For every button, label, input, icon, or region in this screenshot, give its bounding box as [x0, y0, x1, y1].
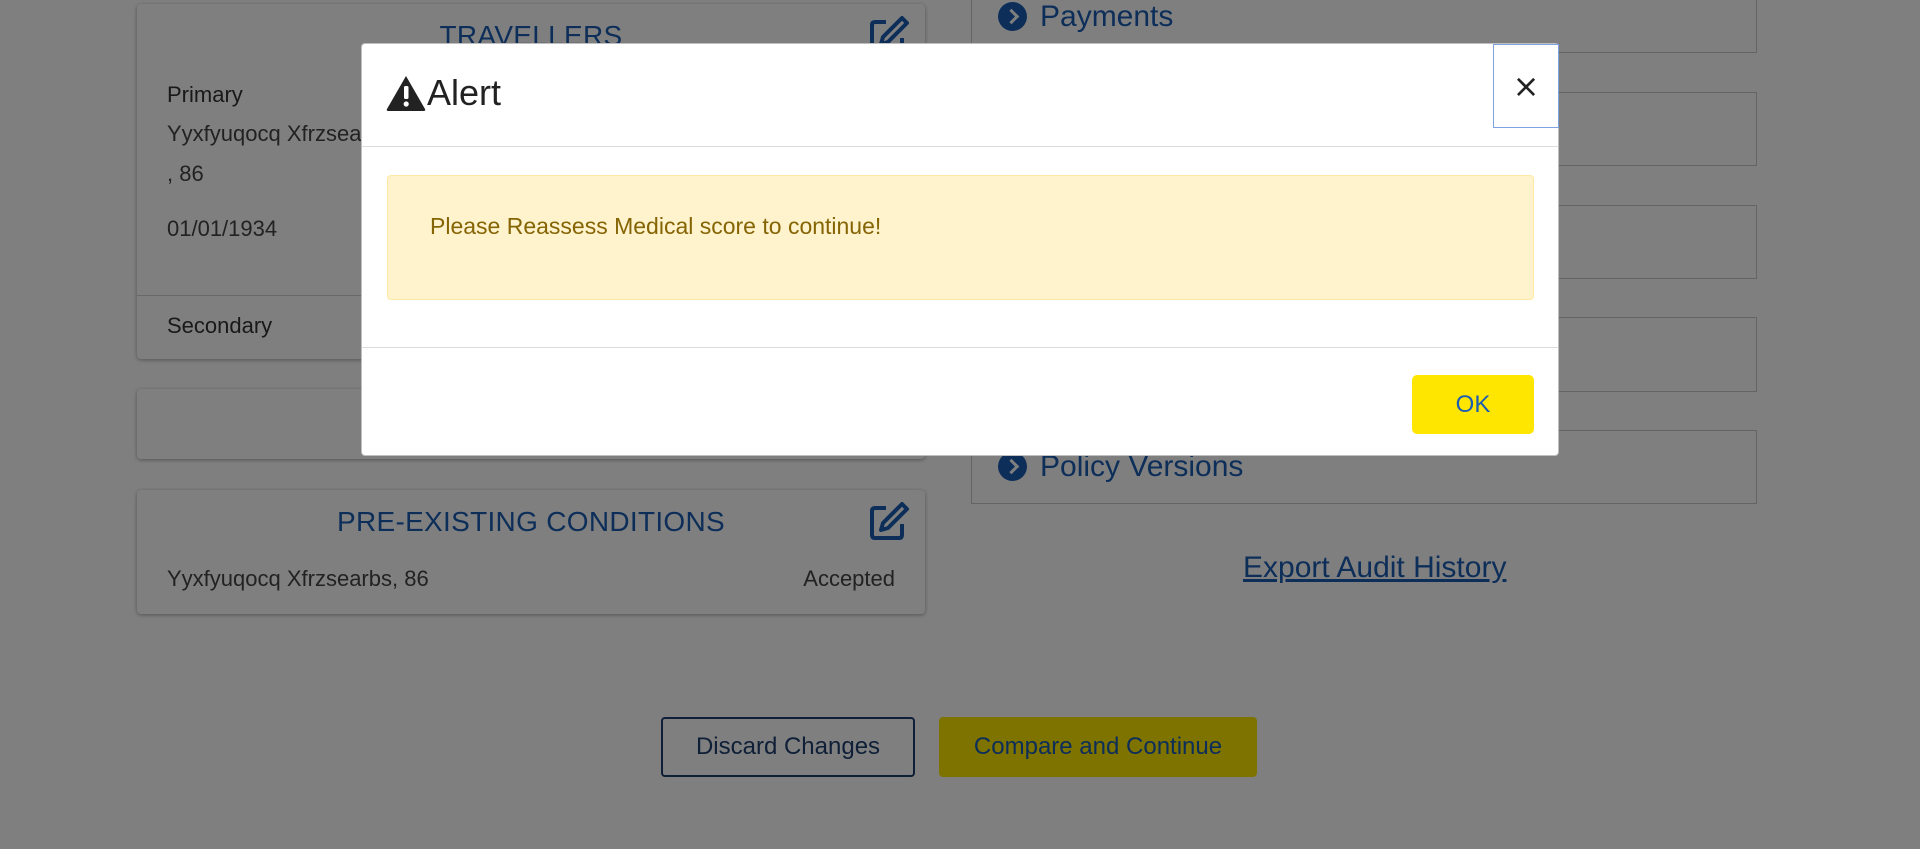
- close-button[interactable]: ×: [1493, 44, 1559, 128]
- alert-message: Please Reassess Medical score to continu…: [430, 213, 882, 239]
- warning-icon: [385, 74, 427, 112]
- modal-header: Alert ×: [362, 44, 1559, 147]
- page: TRAVELLERS Primary Yyxfyuqocq Xfrzsearbs…: [0, 0, 1920, 849]
- ok-button[interactable]: OK: [1412, 375, 1534, 434]
- modal-title: Alert: [427, 72, 502, 113]
- alert-modal: Alert × Please Reassess Medical score to…: [361, 43, 1559, 456]
- modal-footer: OK: [362, 347, 1558, 455]
- warning-alert-box: Please Reassess Medical score to continu…: [387, 175, 1534, 300]
- modal-body: Please Reassess Medical score to continu…: [362, 147, 1558, 351]
